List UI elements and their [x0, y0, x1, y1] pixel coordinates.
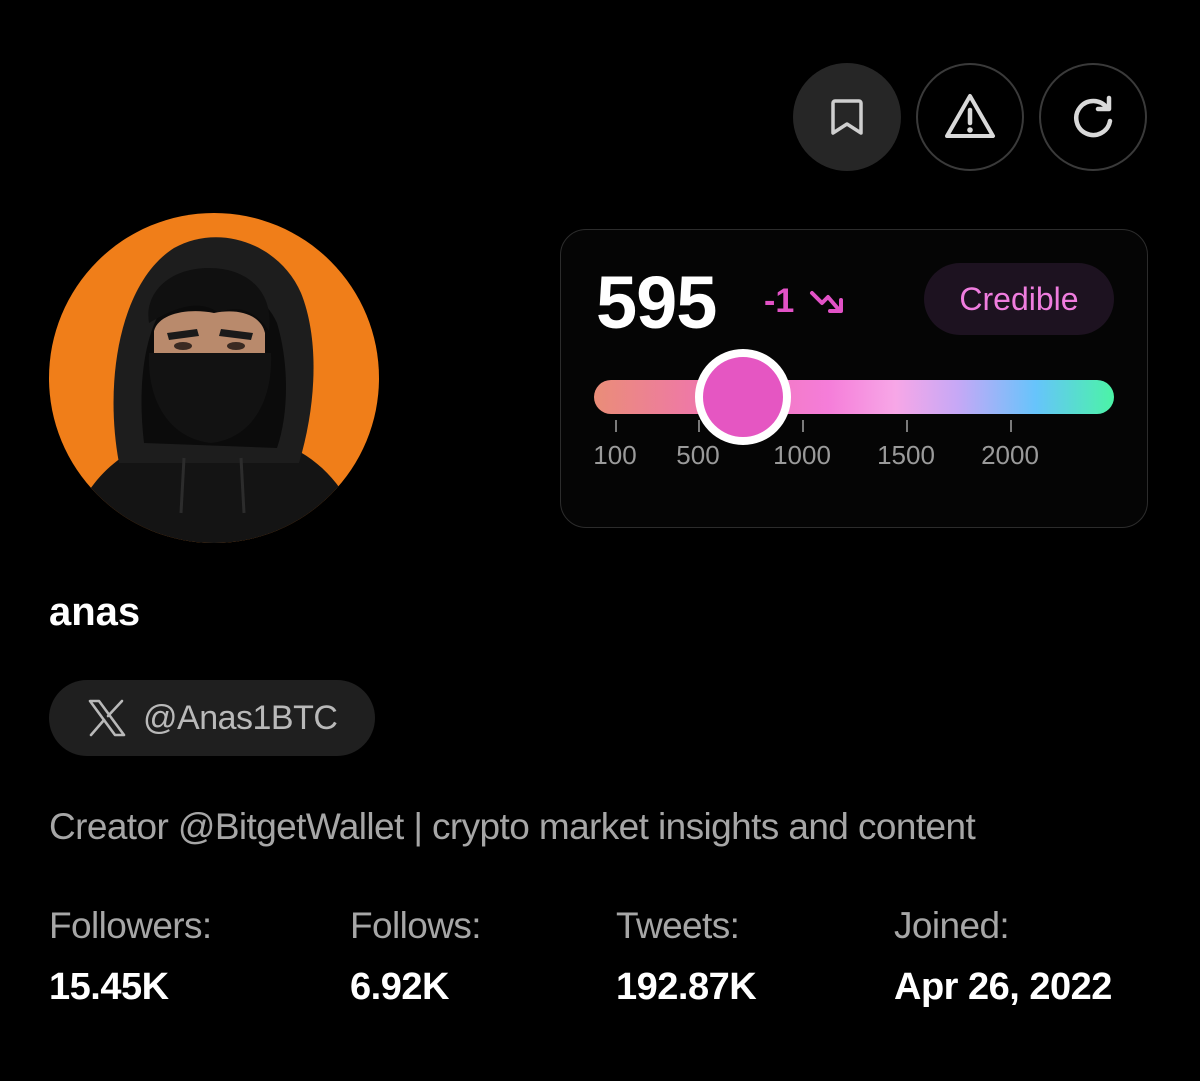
- stat-value-tweets: 192.87K: [616, 966, 757, 1008]
- stat-label-follows: Follows:: [350, 905, 482, 946]
- bookmark-icon: [831, 99, 863, 135]
- scale-tick: [1010, 420, 1012, 432]
- refresh-button[interactable]: [1039, 63, 1147, 171]
- score-slider-thumb: [695, 349, 791, 445]
- report-button[interactable]: [916, 63, 1024, 171]
- stat-label-followers: Followers:: [49, 905, 212, 946]
- score-delta: -1: [764, 282, 795, 320]
- refresh-icon: [1074, 95, 1113, 138]
- scale-label: 1500: [877, 440, 935, 470]
- scale-tick: [615, 420, 617, 432]
- x-handle-text: @Anas1BTC: [143, 698, 338, 737]
- scale-tick: [906, 420, 908, 432]
- scale-label: 1000: [773, 440, 831, 470]
- stat-label-joined: Joined:: [894, 905, 1010, 946]
- profile-bio: Creator @BitgetWallet | crypto market in…: [49, 806, 976, 847]
- trend-down-icon: [810, 291, 843, 313]
- warning-icon: [945, 94, 995, 138]
- stat-value-joined: Apr 26, 2022: [894, 966, 1112, 1008]
- scale-tick: [802, 420, 804, 432]
- x-logo-icon: [88, 699, 126, 737]
- bookmark-button[interactable]: [793, 63, 901, 171]
- status-badge: Credible: [924, 263, 1114, 335]
- stat-label-tweets: Tweets:: [616, 905, 740, 946]
- x-handle-link[interactable]: @Anas1BTC: [49, 680, 375, 756]
- score-value: 595: [596, 261, 717, 344]
- score-card: 595 -1 Credible 100 500 1000 1500 2000: [560, 229, 1148, 528]
- scale-label: 500: [676, 440, 720, 470]
- scale-label: 100: [593, 440, 637, 470]
- scale-tick: [698, 420, 700, 432]
- scale-label: 2000: [981, 440, 1039, 470]
- avatar: [49, 213, 379, 543]
- score-slider-track: [594, 380, 1114, 414]
- profile-name: anas: [49, 590, 141, 634]
- stat-value-followers: 15.45K: [49, 966, 169, 1008]
- stat-value-follows: 6.92K: [350, 966, 449, 1008]
